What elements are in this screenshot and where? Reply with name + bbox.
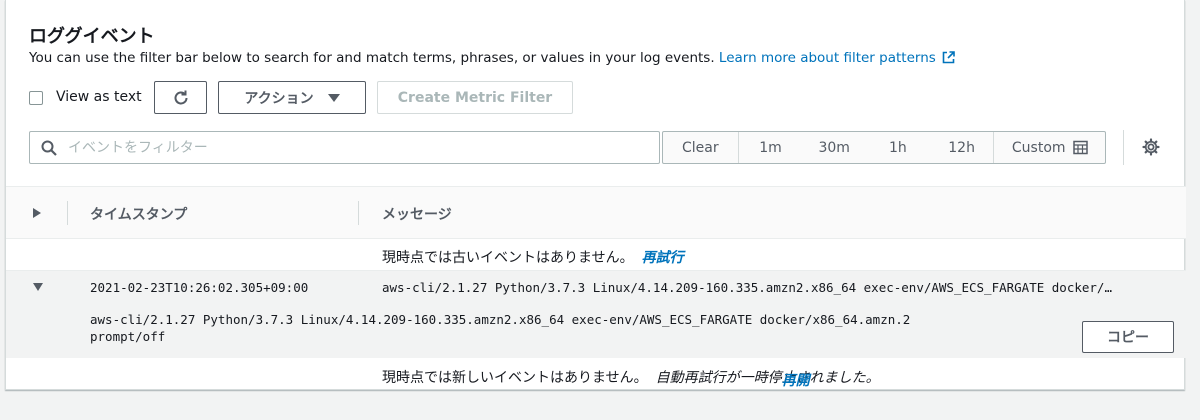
event-message: aws-cli/2.1.27 Python/3.7.3 Linux/4.14.2… <box>382 280 1112 295</box>
event-timestamp: 2021-02-23T10:26:02.305+09:00 <box>90 280 309 295</box>
toolbar: View as text アクション Create Metric Filter <box>29 81 629 114</box>
table-row[interactable]: 2021-02-23T10:26:02.305+09:00 aws-cli/2.… <box>6 270 1186 358</box>
custom-label: Custom <box>1011 139 1066 156</box>
table-header: タイムスタンプ メッセージ <box>6 186 1186 239</box>
paused-label: 自動再試行が一時停止されました。 <box>655 370 880 386</box>
collapse-icon[interactable] <box>32 282 44 292</box>
description: You can use the filter bar below to sear… <box>29 50 955 66</box>
create-metric-filter-button[interactable]: Create Metric Filter <box>377 81 573 114</box>
search-icon <box>41 140 57 156</box>
time-clear-button[interactable]: Clear <box>663 132 739 163</box>
column-header-timestamp[interactable]: タイムスタンプ <box>90 204 187 224</box>
refresh-button[interactable] <box>154 81 207 114</box>
copy-button[interactable]: コピー <box>1082 321 1174 353</box>
column-divider <box>67 201 68 225</box>
calendar-icon <box>1072 140 1088 155</box>
refresh-icon <box>174 90 187 104</box>
description-text: You can use the filter bar below to sear… <box>29 50 715 66</box>
older-events-text: 現時点では古いイベントはありません。 <box>382 250 634 266</box>
learn-more-label: Learn more about filter patterns <box>718 50 936 66</box>
newer-events-notice: 現時点では新しいイベントはありません。 自動再試行が一時停止されました。 再開 <box>382 367 880 389</box>
view-as-text-label: View as text <box>56 89 142 105</box>
log-events-panel: ロググイベント You can use the filter bar below… <box>5 0 1186 390</box>
toolbar-divider <box>1123 130 1124 165</box>
caret-down-icon <box>327 93 340 102</box>
older-events-notice: 現時点では古いイベントはありません。 再試行 <box>382 247 684 267</box>
time-option-30m[interactable]: 30m <box>802 132 866 163</box>
actions-dropdown[interactable]: アクション <box>218 81 366 114</box>
newer-events-text: 現時点では新しいイベントはありません。 <box>382 370 648 386</box>
retry-link[interactable]: 再試行 <box>642 250 684 266</box>
view-as-text-checkbox[interactable] <box>29 91 43 105</box>
column-header-message[interactable]: メッセージ <box>382 204 452 224</box>
filter-input[interactable] <box>68 137 648 159</box>
external-link-icon <box>942 51 955 64</box>
resume-link[interactable]: 再開 <box>782 370 810 390</box>
page-title: ロググイベント <box>29 26 155 47</box>
expand-all-icon[interactable] <box>32 207 42 219</box>
auto-retry-paused-text: 自動再試行が一時停止されました。 再開 <box>655 370 880 389</box>
time-option-12h[interactable]: 12h <box>930 132 994 163</box>
learn-more-link[interactable]: Learn more about filter patterns <box>719 50 955 66</box>
time-option-custom[interactable]: Custom <box>993 132 1105 163</box>
gear-icon[interactable] <box>1142 138 1160 156</box>
time-option-1h[interactable]: 1h <box>866 132 930 163</box>
time-option-1m[interactable]: 1m <box>739 132 803 163</box>
time-range-selector: Clear 1m 30m 1h 12h Custom <box>662 131 1106 164</box>
event-detail: aws-cli/2.1.27 Python/3.7.3 Linux/4.14.2… <box>90 312 911 344</box>
column-divider <box>358 201 359 225</box>
filter-search-box[interactable] <box>29 131 660 164</box>
actions-label: アクション <box>244 90 314 107</box>
